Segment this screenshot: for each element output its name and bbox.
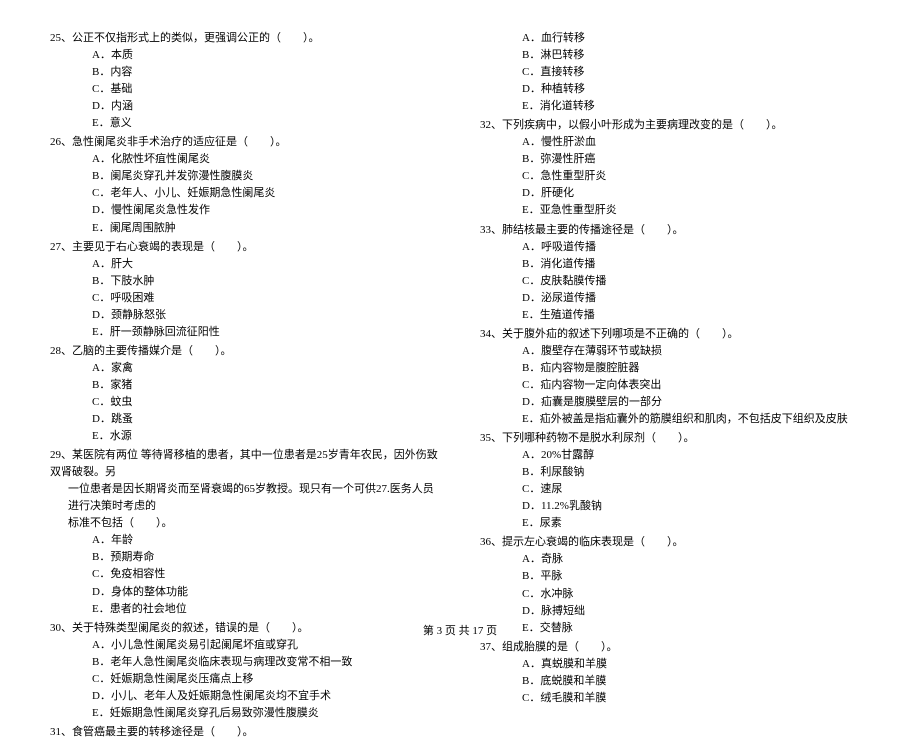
q37-opt-b: B．底蜕膜和羊膜 <box>480 673 870 690</box>
q37-stem: 37、组成胎膜的是（ ）。 <box>480 639 870 656</box>
q25-stem: 25、公正不仅指形式上的类似，更强调公正的（ ）。 <box>50 30 440 47</box>
q33-opt-d: D．泌尿道传播 <box>480 290 870 307</box>
q35-stem: 35、下列哪种药物不是脱水利尿剂（ ）。 <box>480 430 870 447</box>
q33-opt-e: E．生殖道传播 <box>480 307 870 324</box>
q34-stem: 34、关于腹外疝的叙述下列哪项是不正确的（ ）。 <box>480 326 870 343</box>
q26-opt-e: E．阑尾周围脓肿 <box>50 220 440 237</box>
q28-stem: 28、乙脑的主要传播媒介是（ ）。 <box>50 343 440 360</box>
q30-opt-e: E．妊娠期急性阑尾炎穿孔后易致弥漫性腹膜炎 <box>50 705 440 722</box>
q26-opt-b: B．阑尾炎穿孔并发弥漫性腹膜炎 <box>50 168 440 185</box>
q29-opt-a: A．年龄 <box>50 532 440 549</box>
q29-opt-e: E．患者的社会地位 <box>50 601 440 618</box>
question-33: 33、肺结核最主要的传播途径是（ ）。 A．呼吸道传播 B．消化道传播 C．皮肤… <box>480 222 870 324</box>
q25-opt-a: A．本质 <box>50 47 440 64</box>
q35-opt-d: D．11.2%乳酸钠 <box>480 498 870 515</box>
q36-opt-c: C．水冲脉 <box>480 586 870 603</box>
q33-opt-a: A．呼吸道传播 <box>480 239 870 256</box>
question-27: 27、主要见于右心衰竭的表现是（ ）。 A．肝大 B．下肢水肿 C．呼吸困难 D… <box>50 239 440 341</box>
page-footer: 第 3 页 共 17 页 <box>0 622 920 638</box>
q34-opt-c: C．疝内容物一定向体表突出 <box>480 377 870 394</box>
q31-opt-e: E．消化道转移 <box>480 98 870 115</box>
question-37: 37、组成胎膜的是（ ）。 A．真蜕膜和羊膜 B．底蜕膜和羊膜 C．绒毛膜和羊膜 <box>480 639 870 707</box>
q36-opt-d: D．脉搏短绌 <box>480 603 870 620</box>
question-32: 32、下列疾病中，以假小叶形成为主要病理改变的是（ ）。 A．慢性肝淤血 B．弥… <box>480 117 870 219</box>
q31-opt-c: C．直接转移 <box>480 64 870 81</box>
q31-opt-d: D．种植转移 <box>480 81 870 98</box>
q32-opt-e: E．亚急性重型肝炎 <box>480 202 870 219</box>
q34-opt-a: A．腹壁存在薄弱环节或缺损 <box>480 343 870 360</box>
q28-opt-b: B．家猪 <box>50 377 440 394</box>
q32-opt-c: C．急性重型肝炎 <box>480 168 870 185</box>
q27-stem: 27、主要见于右心衰竭的表现是（ ）。 <box>50 239 440 256</box>
q37-opt-a: A．真蜕膜和羊膜 <box>480 656 870 673</box>
q31-opt-b: B．淋巴转移 <box>480 47 870 64</box>
q34-opt-e: E．疝外被盖是指疝囊外的筋膜组织和肌肉，不包括皮下组织及皮肤 <box>480 411 870 428</box>
q27-opt-d: D．颈静脉怒张 <box>50 307 440 324</box>
q33-stem: 33、肺结核最主要的传播途径是（ ）。 <box>480 222 870 239</box>
q30-opt-c: C．妊娠期急性阑尾炎压痛点上移 <box>50 671 440 688</box>
q29-stem-line2: 一位患者是因长期肾炎而至肾衰竭的65岁教授。现只有一个可供27.医务人员进行决策… <box>50 481 440 515</box>
q35-opt-b: B．利尿酸钠 <box>480 464 870 481</box>
q30-opt-a: A．小儿急性阑尾炎易引起阑尾坏疽或穿孔 <box>50 637 440 654</box>
q26-stem: 26、急性阑尾炎非手术治疗的适应征是（ ）。 <box>50 134 440 151</box>
q31-opt-a: A．血行转移 <box>480 30 870 47</box>
q29-stem-line3: 标准不包括（ ）。 <box>50 515 440 532</box>
q27-opt-e: E．肝一颈静脉回流征阳性 <box>50 324 440 341</box>
q28-opt-a: A．家禽 <box>50 360 440 377</box>
q29-opt-b: B．预期寿命 <box>50 549 440 566</box>
q31-stem: 31、食管癌最主要的转移途径是（ ）。 <box>50 724 440 741</box>
q34-opt-b: B．疝内容物是腹腔脏器 <box>480 360 870 377</box>
q30-opt-b: B．老年人急性阑尾炎临床表现与病理改变常不相一致 <box>50 654 440 671</box>
question-34: 34、关于腹外疝的叙述下列哪项是不正确的（ ）。 A．腹壁存在薄弱环节或缺损 B… <box>480 326 870 428</box>
q29-opt-d: D．身体的整体功能 <box>50 584 440 601</box>
question-28: 28、乙脑的主要传播媒介是（ ）。 A．家禽 B．家猪 C．蚊虫 D．跳蚤 E．… <box>50 343 440 445</box>
q28-opt-d: D．跳蚤 <box>50 411 440 428</box>
q35-opt-a: A．20%甘露醇 <box>480 447 870 464</box>
question-31-opts: A．血行转移 B．淋巴转移 C．直接转移 D．种植转移 E．消化道转移 <box>480 30 870 115</box>
q33-opt-b: B．消化道传播 <box>480 256 870 273</box>
q36-opt-b: B．平脉 <box>480 568 870 585</box>
q26-opt-c: C．老年人、小儿、妊娠期急性阑尾炎 <box>50 185 440 202</box>
q32-opt-d: D．肝硬化 <box>480 185 870 202</box>
q35-opt-e: E．尿素 <box>480 515 870 532</box>
q32-opt-b: B．弥漫性肝癌 <box>480 151 870 168</box>
q30-opt-d: D．小儿、老年人及妊娠期急性阑尾炎均不宜手术 <box>50 688 440 705</box>
q26-opt-a: A．化脓性坏疽性阑尾炎 <box>50 151 440 168</box>
q35-opt-c: C．速尿 <box>480 481 870 498</box>
q27-opt-a: A．肝大 <box>50 256 440 273</box>
question-35: 35、下列哪种药物不是脱水利尿剂（ ）。 A．20%甘露醇 B．利尿酸钠 C．速… <box>480 430 870 532</box>
q25-opt-b: B．内容 <box>50 64 440 81</box>
q25-opt-c: C．基础 <box>50 81 440 98</box>
q25-opt-e: E．意义 <box>50 115 440 132</box>
q29-opt-c: C．免疫相容性 <box>50 566 440 583</box>
question-29: 29、某医院有两位 等待肾移植的患者，其中一位患者是25岁青年农民，因外伤致双肾… <box>50 447 440 617</box>
q36-stem: 36、提示左心衰竭的临床表现是（ ）。 <box>480 534 870 551</box>
question-26: 26、急性阑尾炎非手术治疗的适应征是（ ）。 A．化脓性坏疽性阑尾炎 B．阑尾炎… <box>50 134 440 236</box>
q29-stem-line1: 29、某医院有两位 等待肾移植的患者，其中一位患者是25岁青年农民，因外伤致双肾… <box>50 447 440 481</box>
q25-opt-d: D．内涵 <box>50 98 440 115</box>
q27-opt-b: B．下肢水肿 <box>50 273 440 290</box>
q37-opt-c: C．绒毛膜和羊膜 <box>480 690 870 707</box>
q28-opt-c: C．蚊虫 <box>50 394 440 411</box>
q33-opt-c: C．皮肤黏膜传播 <box>480 273 870 290</box>
q34-opt-d: D．疝囊是腹膜壁层的一部分 <box>480 394 870 411</box>
q27-opt-c: C．呼吸困难 <box>50 290 440 307</box>
q28-opt-e: E．水源 <box>50 428 440 445</box>
q26-opt-d: D．慢性阑尾炎急性发作 <box>50 202 440 219</box>
q36-opt-a: A．奇脉 <box>480 551 870 568</box>
question-25: 25、公正不仅指形式上的类似，更强调公正的（ ）。 A．本质 B．内容 C．基础… <box>50 30 440 132</box>
q32-opt-a: A．慢性肝淤血 <box>480 134 870 151</box>
question-31: 31、食管癌最主要的转移途径是（ ）。 <box>50 724 440 741</box>
q32-stem: 32、下列疾病中，以假小叶形成为主要病理改变的是（ ）。 <box>480 117 870 134</box>
